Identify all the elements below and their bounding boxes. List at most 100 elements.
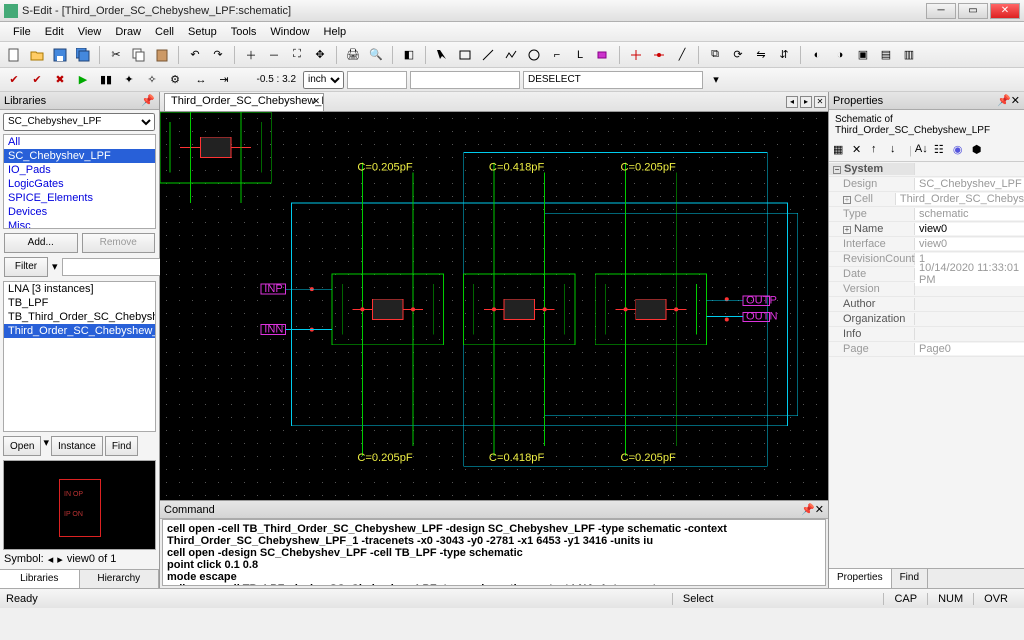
cell-item[interactable]: Third_Order_SC_Chebyshew_LPF <box>4 324 155 338</box>
instance-icon[interactable]: ⧉ <box>705 45 725 65</box>
units-select[interactable]: inch <box>303 71 344 89</box>
dropdown-icon[interactable]: ▾ <box>706 70 726 90</box>
net-icon[interactable] <box>649 45 669 65</box>
new-icon[interactable] <box>4 45 24 65</box>
cell-list[interactable]: LNA [3 instances] TB_LPF TB_Third_Order_… <box>3 281 156 432</box>
port-icon[interactable] <box>593 45 613 65</box>
cmd-close-icon[interactable]: ✕ <box>815 503 824 516</box>
instance-button[interactable]: Instance <box>51 436 103 456</box>
symbol-prev-icon[interactable]: ◂ <box>48 553 54 566</box>
tab-close-all-icon[interactable]: ✕ <box>814 96 826 108</box>
filter-dropdown-icon[interactable]: ▾ <box>52 260 58 273</box>
find-icon[interactable]: 🔍 <box>366 45 386 65</box>
menu-cell[interactable]: Cell <box>148 24 181 40</box>
prop-lock-icon[interactable]: ⬢ <box>972 143 988 159</box>
menu-setup[interactable]: Setup <box>181 24 224 40</box>
zoom-fit-icon[interactable]: ⛶ <box>287 45 307 65</box>
cell-item[interactable]: TB_LPF <box>4 296 155 310</box>
tab-prev-icon[interactable]: ◂ <box>786 96 798 108</box>
rect-icon[interactable] <box>455 45 475 65</box>
circle-icon[interactable] <box>524 45 544 65</box>
save-all-icon[interactable] <box>73 45 93 65</box>
lib-item[interactable]: IO_Pads <box>4 163 155 177</box>
menu-window[interactable]: Window <box>263 24 316 40</box>
misc1-icon[interactable]: ◐ <box>807 45 827 65</box>
prop-tree-icon[interactable]: ☷ <box>934 143 950 159</box>
open-cell-button[interactable]: Open <box>3 436 41 456</box>
check-red-icon[interactable]: ✔ <box>27 70 47 90</box>
prop-pin-icon[interactable]: 📌 <box>997 94 1011 107</box>
lib-item[interactable]: Misc <box>4 219 155 229</box>
library-select[interactable]: SC_Chebyshev_LPF <box>3 113 155 131</box>
copy-icon[interactable] <box>129 45 149 65</box>
menu-tools[interactable]: Tools <box>224 24 264 40</box>
menu-file[interactable]: File <box>6 24 38 40</box>
tab-libraries[interactable]: Libraries <box>0 570 80 588</box>
field-a[interactable] <box>347 71 407 89</box>
misc5-icon[interactable]: ▥ <box>899 45 919 65</box>
paste-icon[interactable] <box>152 45 172 65</box>
pan-icon[interactable]: ✥ <box>310 45 330 65</box>
erase-icon[interactable]: ◧ <box>399 45 419 65</box>
lib-item[interactable]: SPICE_Elements <box>4 191 155 205</box>
selection-mode[interactable] <box>523 71 703 89</box>
prop-del-icon[interactable]: ✕ <box>852 143 868 159</box>
wire-icon[interactable] <box>626 45 646 65</box>
zoom-out-icon[interactable]: － <box>264 45 284 65</box>
cell-item[interactable]: TB_Third_Order_SC_Chebyshew_LPF <box>4 310 155 324</box>
misc3-icon[interactable]: ▣ <box>853 45 873 65</box>
tab-hierarchy[interactable]: Hierarchy <box>80 570 160 588</box>
field-b[interactable] <box>410 71 520 89</box>
pause-icon[interactable]: ▮▮ <box>96 70 116 90</box>
lib-item[interactable]: All <box>4 135 155 149</box>
polyline-icon[interactable] <box>501 45 521 65</box>
add-library-button[interactable]: Add... <box>4 233 78 253</box>
menu-view[interactable]: View <box>71 24 109 40</box>
undo-icon[interactable]: ↶ <box>185 45 205 65</box>
filter-button[interactable]: Filter <box>4 257 48 277</box>
rotate-icon[interactable]: ⟳ <box>728 45 748 65</box>
prop-eye-icon[interactable]: ◉ <box>953 143 969 159</box>
document-tab[interactable]: Third_Order_SC_Chebyshew_LPF:s...✕ <box>164 93 324 111</box>
prop-up-icon[interactable]: ↑ <box>871 143 887 159</box>
tab-close-icon[interactable]: ✕ <box>312 96 320 107</box>
goto-icon[interactable]: ⇥ <box>214 70 234 90</box>
symbol-next-icon[interactable]: ▸ <box>57 553 63 566</box>
check-green-icon[interactable]: ✔ <box>4 70 24 90</box>
prop-close-icon[interactable]: ✕ <box>1011 94 1020 107</box>
menu-draw[interactable]: Draw <box>108 24 148 40</box>
tool-c-icon[interactable]: ⚙ <box>165 70 185 90</box>
prop-down-icon[interactable]: ↓ <box>890 143 906 159</box>
find-cell-button[interactable]: Find <box>105 436 138 456</box>
play-icon[interactable]: ▶ <box>73 70 93 90</box>
tab-find[interactable]: Find <box>892 569 928 588</box>
flip-v-icon[interactable]: ⇵ <box>774 45 794 65</box>
schematic-canvas[interactable]: C=0.205pFC=0.418pFC=0.205pF C=0.205pFC=0… <box>160 112 828 500</box>
prop-sort-icon[interactable]: A↓ <box>915 143 931 159</box>
maximize-button[interactable]: ▭ <box>958 3 988 19</box>
misc4-icon[interactable]: ▤ <box>876 45 896 65</box>
cross-icon[interactable]: ✖ <box>50 70 70 90</box>
library-list[interactable]: All SC_Chebyshev_LPF IO_Pads LogicGates … <box>3 134 156 229</box>
prop-add-icon[interactable]: ▦ <box>833 143 849 159</box>
redo-icon[interactable]: ↷ <box>208 45 228 65</box>
line-icon[interactable] <box>478 45 498 65</box>
lib-item[interactable]: Devices <box>4 205 155 219</box>
open-icon[interactable] <box>27 45 47 65</box>
tab-next-icon[interactable]: ▸ <box>800 96 812 108</box>
command-output[interactable]: cell open -cell TB_Third_Order_SC_Chebys… <box>162 519 826 586</box>
cmd-pin-icon[interactable]: 📌 <box>801 503 815 516</box>
lib-item[interactable]: LogicGates <box>4 177 155 191</box>
close-button[interactable]: ✕ <box>990 3 1020 19</box>
tool-a-icon[interactable]: ✦ <box>119 70 139 90</box>
cut-icon[interactable]: ✂ <box>106 45 126 65</box>
select-icon[interactable] <box>432 45 452 65</box>
menu-edit[interactable]: Edit <box>38 24 71 40</box>
move-icon[interactable]: ↔ <box>191 70 211 90</box>
menu-help[interactable]: Help <box>317 24 354 40</box>
tab-properties[interactable]: Properties <box>829 569 892 588</box>
zoom-in-icon[interactable]: ＋ <box>241 45 261 65</box>
save-icon[interactable] <box>50 45 70 65</box>
minimize-button[interactable]: ─ <box>926 3 956 19</box>
flip-h-icon[interactable]: ⇋ <box>751 45 771 65</box>
